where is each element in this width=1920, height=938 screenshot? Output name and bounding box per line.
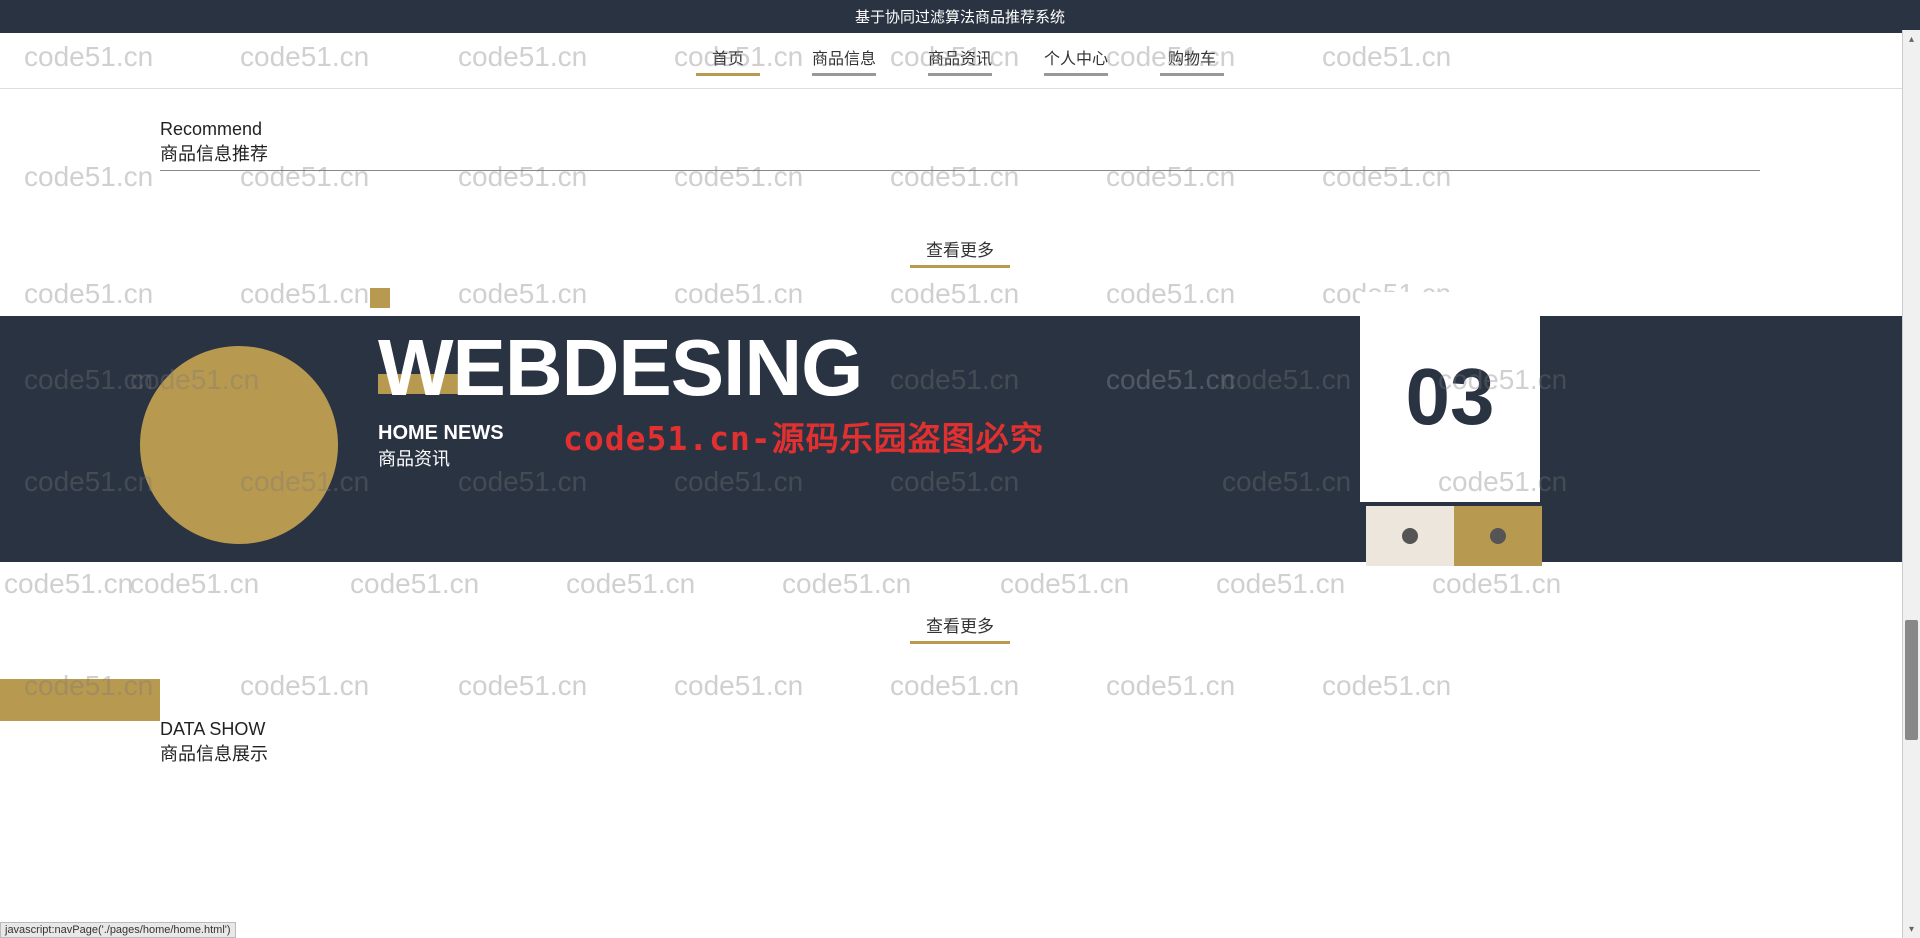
watermark: code51.cn xyxy=(24,41,153,73)
banner-title: WEBDESING xyxy=(378,322,862,414)
watermark: code51.cn xyxy=(24,670,153,702)
watermark: code51.cn xyxy=(458,466,587,498)
banner-subtitle: HOME NEWS 商品资讯 xyxy=(378,422,504,471)
scroll-up-icon[interactable]: ▴ xyxy=(1903,30,1920,48)
view-more-label: 查看更多 xyxy=(910,612,1010,644)
watermark: code51.cn xyxy=(24,466,153,498)
watermark: code51.cn xyxy=(1106,41,1235,73)
pagination-dot-1[interactable] xyxy=(1366,506,1454,566)
recommend-title-en: Recommend xyxy=(160,119,1760,140)
watermark: code51.cn xyxy=(1000,568,1129,600)
watermark: code51.cn xyxy=(240,466,369,498)
header-bar: 基于协同过滤算法商品推荐系统 xyxy=(0,0,1920,33)
decorative-square xyxy=(370,288,390,308)
watermark: code51.cn xyxy=(24,161,153,193)
pagination-dot-2[interactable] xyxy=(1454,506,1542,566)
watermark: code51.cn xyxy=(240,670,369,702)
watermark: code51.cn xyxy=(1222,466,1351,498)
watermark: code51.cn xyxy=(890,41,1019,73)
banner-pagination xyxy=(1366,506,1542,566)
watermark: code51.cn xyxy=(240,161,369,193)
browser-status-bar: javascript:navPage('./pages/home/home.ht… xyxy=(0,922,236,938)
watermark: code51.cn xyxy=(1432,568,1561,600)
view-more-label: 查看更多 xyxy=(910,236,1010,268)
watermark: code51.cn xyxy=(890,161,1019,193)
banner: WEBDESING HOME NEWS 商品资讯 03 code51.cn-源码… xyxy=(0,316,1920,562)
watermark: code51.cn xyxy=(240,41,369,73)
watermark: code51.cn xyxy=(674,41,803,73)
watermark: code51.cn xyxy=(350,568,479,600)
watermark: code51.cn xyxy=(890,466,1019,498)
watermark: code51.cn xyxy=(458,670,587,702)
watermark: code51.cn xyxy=(1216,568,1345,600)
watermark: code51.cn xyxy=(130,364,259,396)
view-more-2[interactable]: 查看更多 xyxy=(0,612,1920,644)
watermark: code51.cn xyxy=(1106,278,1235,310)
banner-sub-en: HOME NEWS xyxy=(378,422,504,445)
view-more-1[interactable]: 查看更多 xyxy=(0,236,1920,268)
watermark: code51.cn xyxy=(1438,466,1567,498)
watermark: code51.cn xyxy=(1222,364,1351,396)
data-show-en: DATA SHOW xyxy=(160,719,1920,740)
watermark: code51.cn xyxy=(674,466,803,498)
watermark: code51.cn xyxy=(458,161,587,193)
watermark: code51.cn xyxy=(674,278,803,310)
watermark: code51.cn xyxy=(890,278,1019,310)
scrollbar[interactable]: ▴ ▾ xyxy=(1902,30,1920,938)
watermark: code51.cn xyxy=(130,568,259,600)
watermark: code51.cn xyxy=(24,278,153,310)
watermark: code51.cn xyxy=(566,568,695,600)
scroll-down-icon[interactable]: ▾ xyxy=(1903,920,1920,938)
nav-profile[interactable]: 个人中心 xyxy=(1044,45,1108,76)
watermark: code51.cn xyxy=(890,364,1019,396)
watermark: code51.cn xyxy=(1322,670,1451,702)
watermark: code51.cn xyxy=(240,278,369,310)
nav-products[interactable]: 商品信息 xyxy=(812,45,876,76)
app-title: 基于协同过滤算法商品推荐系统 xyxy=(855,6,1065,27)
watermark: code51.cn xyxy=(1322,41,1451,73)
watermark: code51.cn xyxy=(674,161,803,193)
watermark: code51.cn xyxy=(458,278,587,310)
watermark: code51.cn xyxy=(782,568,911,600)
data-show-cn: 商品信息展示 xyxy=(160,740,1920,766)
scroll-thumb[interactable] xyxy=(1905,620,1918,740)
watermark: code51.cn xyxy=(4,568,133,600)
watermark: code51.cn xyxy=(1438,364,1567,396)
watermark: code51.cn xyxy=(1106,161,1235,193)
watermark: code51.cn xyxy=(890,670,1019,702)
watermark-red: code51.cn-源码乐园盗图必究 xyxy=(563,412,1044,460)
watermark: code51.cn xyxy=(1106,670,1235,702)
watermark: code51.cn xyxy=(1106,364,1235,396)
watermark: code51.cn xyxy=(1322,161,1451,193)
watermark: code51.cn xyxy=(458,41,587,73)
watermark: code51.cn xyxy=(674,670,803,702)
